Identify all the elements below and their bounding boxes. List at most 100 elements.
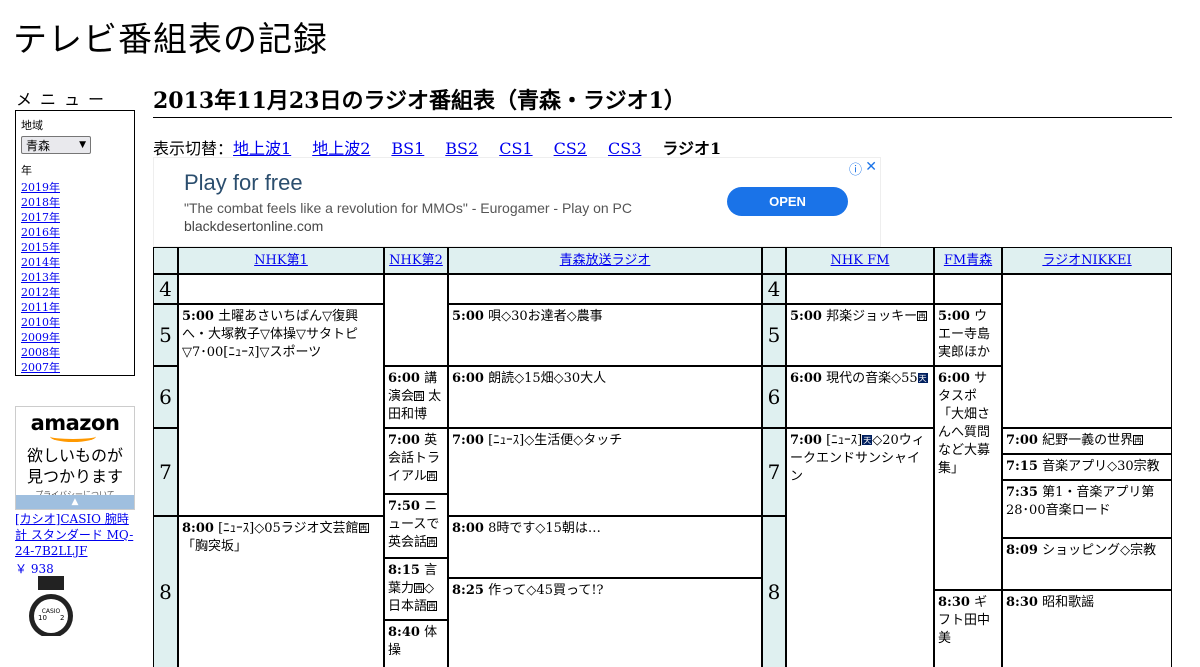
year-link[interactable]: 2016年 xyxy=(21,226,60,239)
rebroadcast-icon: 再 xyxy=(1133,435,1144,445)
rebroadcast-icon: 再 xyxy=(917,311,928,321)
program-cell[interactable]: 7:00 紀野一義の世界再 xyxy=(1003,429,1171,453)
switch-link-cs2[interactable]: CS2 xyxy=(554,139,587,158)
program-title: [ﾆｭｰｽ] xyxy=(826,433,863,448)
switch-link-terrestrial2[interactable]: 地上波2 xyxy=(312,139,370,158)
menu-box: 地域 青森 ▼ 年 2019年 2018年 2017年 2016年 2015年 … xyxy=(15,110,135,376)
switch-link-bs1[interactable]: BS1 xyxy=(391,139,424,158)
switch-link-terrestrial1[interactable]: 地上波1 xyxy=(233,139,291,158)
program-cell[interactable]: 5:00 唄◇30お達者◇農事 xyxy=(449,305,761,365)
year-link[interactable]: 2007年 xyxy=(21,361,60,374)
program-cell[interactable]: 8:25 作って◇45買って!? xyxy=(449,579,761,667)
empty-slot xyxy=(179,275,383,303)
program-title: 邦楽ジョッキー xyxy=(826,309,918,324)
program-title: 現代の音楽◇55 xyxy=(826,371,918,386)
year-link[interactable]: 2010年 xyxy=(21,316,60,329)
station-link-nhk2[interactable]: NHK第2 xyxy=(389,253,443,268)
program-cell[interactable]: 7:15 音楽アプリ◇30宗教 xyxy=(1003,455,1171,479)
program-title: 作って◇45買って!? xyxy=(488,583,604,598)
program-time: 7:00 xyxy=(388,433,420,448)
program-cell[interactable]: 6:00 サタスポ「大畑さんへ質問など大募集」 xyxy=(935,367,1001,589)
program-cell[interactable]: 7:00 [ﾆｭｰｽ]◇生活便◇タッチ xyxy=(449,429,761,515)
program-cell[interactable]: 8:30 ギフト田中美 xyxy=(935,591,1001,667)
hour-cell: 6 xyxy=(763,367,785,427)
station-link-nhkfm[interactable]: NHK FM xyxy=(831,253,890,268)
program-cell[interactable]: 8:30 昭和歌謡 xyxy=(1003,591,1171,667)
region-value: 青森 xyxy=(26,138,51,153)
program-cell[interactable]: 7:35 第1・音楽アプリ第28･00音楽ロード xyxy=(1003,481,1171,537)
program-time: 6:00 xyxy=(452,371,484,386)
hour-cell: 4 xyxy=(763,275,785,303)
corner-cell xyxy=(763,248,785,273)
chevron-up-icon: ▲ xyxy=(71,497,79,507)
program-cell[interactable]: 5:00 土曜あさいちばん▽復興へ・大塚教子▽体操▽サタトピ▽7･00[ﾆｭｰｽ… xyxy=(179,305,383,515)
program-time: 8:30 xyxy=(1006,595,1038,610)
region-select[interactable]: 青森 ▼ xyxy=(21,136,91,154)
amazon-ad[interactable]: amazon 欲しいものが 見つかります プライバシーについて ▲ xyxy=(15,406,135,510)
station-link-nikkei[interactable]: ラジオNIKKEI xyxy=(1042,253,1131,268)
banner-ad[interactable]: Play for free "The combat feels like a r… xyxy=(153,157,881,247)
empty-slot xyxy=(935,275,1001,303)
program-cell[interactable]: 8:09 ショッピング◇宗教 xyxy=(1003,539,1171,589)
program-cell[interactable]: 7:50 ニュースで英会話再 xyxy=(385,495,447,557)
empty-slot xyxy=(449,275,761,303)
program-time: 8:15 xyxy=(388,563,420,578)
program-title: 昭和歌謡 xyxy=(1042,595,1095,610)
region-label: 地域 xyxy=(21,119,43,132)
program-cell[interactable]: 6:00 講演会再 太田和博 xyxy=(385,367,447,427)
program-time: 8:40 xyxy=(388,625,420,640)
year-link[interactable]: 2017年 xyxy=(21,211,60,224)
station-link-abs[interactable]: 青森放送ラジオ xyxy=(560,253,651,268)
close-icon[interactable]: ✕ xyxy=(865,158,877,175)
program-cell[interactable]: 5:00 邦楽ジョッキー再 xyxy=(787,305,933,365)
program-cell[interactable]: 5:00 ウエー寺島実郎ほか xyxy=(935,305,1001,365)
year-list: 2019年 2018年 2017年 2016年 2015年 2014年 2013… xyxy=(21,180,129,375)
chevron-down-icon: ▼ xyxy=(79,140,86,150)
switch-link-bs2[interactable]: BS2 xyxy=(445,139,478,158)
ad-open-button[interactable]: OPEN xyxy=(727,187,848,216)
year-link[interactable]: 2008年 xyxy=(21,346,60,359)
station-header: NHK第2 xyxy=(385,248,447,273)
amazon-tagline-line1: 欲しいものが xyxy=(26,446,123,465)
ad-title[interactable]: Play for free xyxy=(184,170,303,196)
year-link[interactable]: 2014年 xyxy=(21,256,60,269)
rebroadcast-icon: 再 xyxy=(426,471,437,481)
product-link[interactable]: [カシオ]CASIO 腕時計 スタンダード MQ-24-7B2LLJF xyxy=(15,511,140,559)
program-cell[interactable]: 6:00 朗読◇15畑◇30大人 xyxy=(449,367,761,427)
program-cell[interactable]: 8:40 体操 xyxy=(385,621,447,667)
hour-cell: 8 xyxy=(763,517,785,667)
program-title: 8時です◇15朝は… xyxy=(488,521,601,536)
weather-icon: 天 xyxy=(862,435,873,445)
program-title: [ﾆｭｰｽ]◇生活便◇タッチ xyxy=(488,433,623,448)
program-cell[interactable]: 8:00 8時です◇15朝は… xyxy=(449,517,761,577)
program-cell[interactable]: 6:00 現代の音楽◇55天 xyxy=(787,367,933,427)
year-link[interactable]: 2015年 xyxy=(21,241,60,254)
program-title: 音楽アプリ◇30宗教 xyxy=(1042,459,1160,474)
ad-domain[interactable]: blackdesertonline.com xyxy=(184,218,323,234)
site-title: テレビ番組表の記録 xyxy=(13,20,328,60)
program-cell[interactable]: 7:00 [ﾆｭｰｽ]天◇20ウィークエンドサンシャイン xyxy=(787,429,933,667)
switch-link-cs1[interactable]: CS1 xyxy=(499,139,532,158)
amazon-scroll-bar[interactable]: ▲ xyxy=(16,495,134,509)
program-time: 8:25 xyxy=(452,583,484,598)
year-link[interactable]: 2013年 xyxy=(21,271,60,284)
year-link[interactable]: 2009年 xyxy=(21,331,60,344)
switch-link-cs3[interactable]: CS3 xyxy=(608,139,641,158)
rebroadcast-icon: 再 xyxy=(427,537,438,547)
year-link[interactable]: 2011年 xyxy=(21,301,60,314)
program-time: 7:00 xyxy=(790,433,822,448)
year-link[interactable]: 2019年 xyxy=(21,181,60,194)
program-cell[interactable]: 7:00 英会話トライアル再 xyxy=(385,429,447,493)
program-cell[interactable]: 8:00 [ﾆｭｰｽ]◇05ラジオ文芸館再 「胸突坂」 xyxy=(179,517,383,667)
year-link[interactable]: 2018年 xyxy=(21,196,60,209)
weather-icon: 天 xyxy=(917,373,928,383)
year-link[interactable]: 2012年 xyxy=(21,286,60,299)
program-title: 唄◇30お達者◇農事 xyxy=(488,309,603,324)
program-time: 6:00 xyxy=(790,371,822,386)
info-icon[interactable]: ⓘ xyxy=(849,159,862,178)
station-link-nhk1[interactable]: NHK第1 xyxy=(254,253,308,268)
program-cell[interactable]: 8:15 言葉力再◇日本語再 xyxy=(385,559,447,619)
watch-image[interactable]: CASIO 10 2 xyxy=(18,576,84,638)
station-link-fmaomori[interactable]: FM青森 xyxy=(944,253,992,268)
program-time: 8:09 xyxy=(1006,543,1038,558)
